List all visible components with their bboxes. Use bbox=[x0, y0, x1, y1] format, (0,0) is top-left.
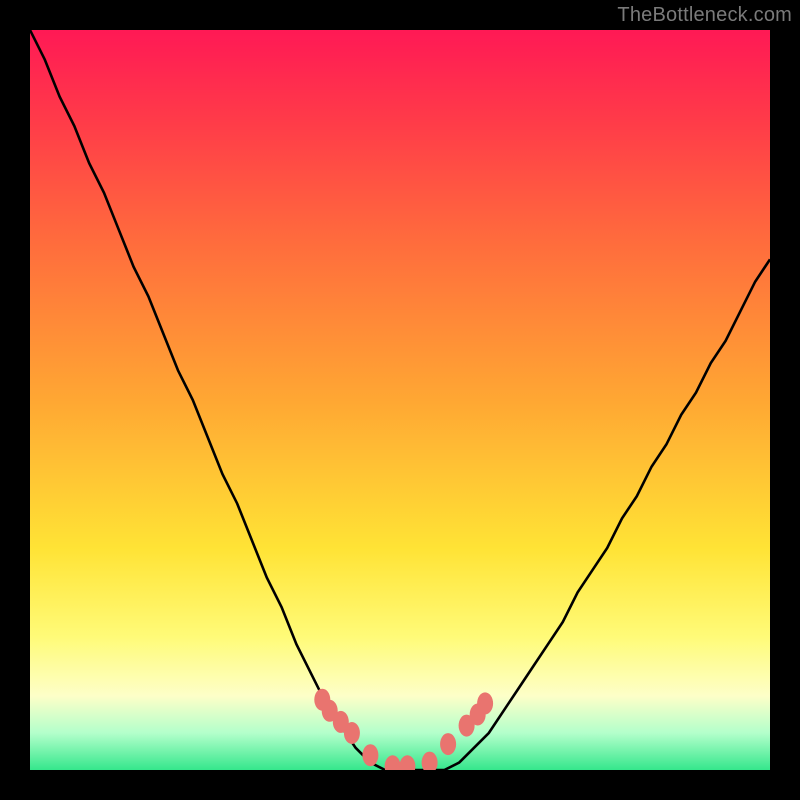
marker-point bbox=[362, 744, 378, 766]
marker-point bbox=[344, 722, 360, 744]
chart-svg bbox=[30, 30, 770, 770]
plot-area bbox=[30, 30, 770, 770]
marker-group bbox=[314, 689, 493, 770]
marker-point bbox=[477, 692, 493, 714]
marker-point bbox=[399, 755, 415, 770]
marker-point bbox=[422, 752, 438, 770]
marker-point bbox=[385, 755, 401, 770]
watermark-text: TheBottleneck.com bbox=[617, 4, 792, 27]
outer-frame: TheBottleneck.com bbox=[0, 0, 800, 800]
curve-path bbox=[30, 30, 770, 770]
marker-point bbox=[440, 733, 456, 755]
